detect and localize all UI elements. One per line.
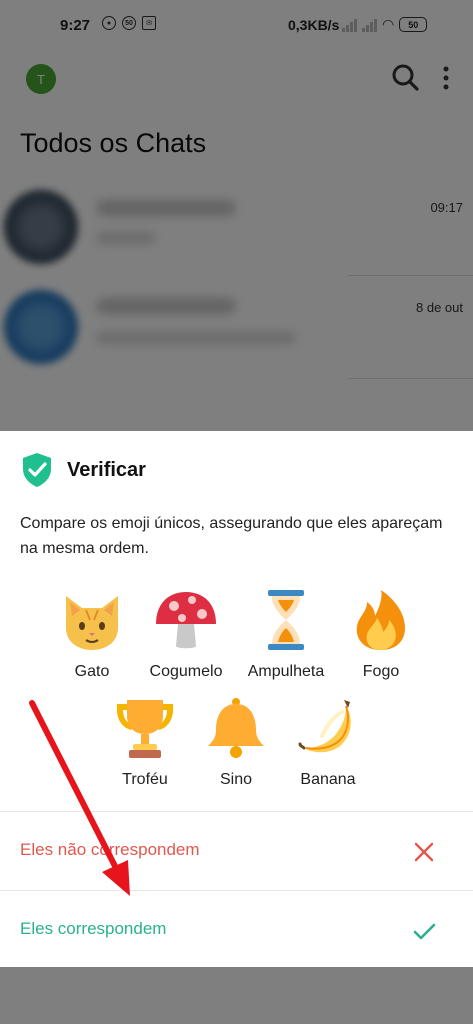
fire-icon [356, 590, 405, 650]
emoji-label: Fogo [362, 663, 400, 680]
cat-face-icon [66, 596, 118, 650]
accept-button[interactable]: Eles correspondem [0, 891, 473, 969]
verify-dialog: Verificar Compare os emoji únicos, asseg… [0, 431, 473, 967]
emoji-item-banana: Banana [278, 696, 378, 796]
reject-button[interactable]: Eles não correspondem [0, 812, 473, 890]
emoji-item-mushroom: Cogumelo [136, 588, 236, 688]
hourglass-icon [268, 590, 304, 650]
close-icon [414, 842, 434, 862]
emoji-item-fire: Fogo [331, 588, 431, 688]
banana-icon [298, 700, 351, 753]
trophy-icon [117, 700, 173, 758]
accept-label: Eles correspondem [20, 919, 167, 938]
dialog-title: Verificar [67, 459, 146, 481]
shield-check-icon [23, 453, 51, 487]
reject-label: Eles não correspondem [20, 840, 200, 859]
bell-icon [208, 698, 264, 758]
emoji-label: Banana [300, 771, 356, 788]
dialog-description: Compare os emoji únicos, assegurando que… [20, 515, 443, 557]
mushroom-icon [156, 592, 216, 649]
checkmark-icon [413, 923, 436, 940]
